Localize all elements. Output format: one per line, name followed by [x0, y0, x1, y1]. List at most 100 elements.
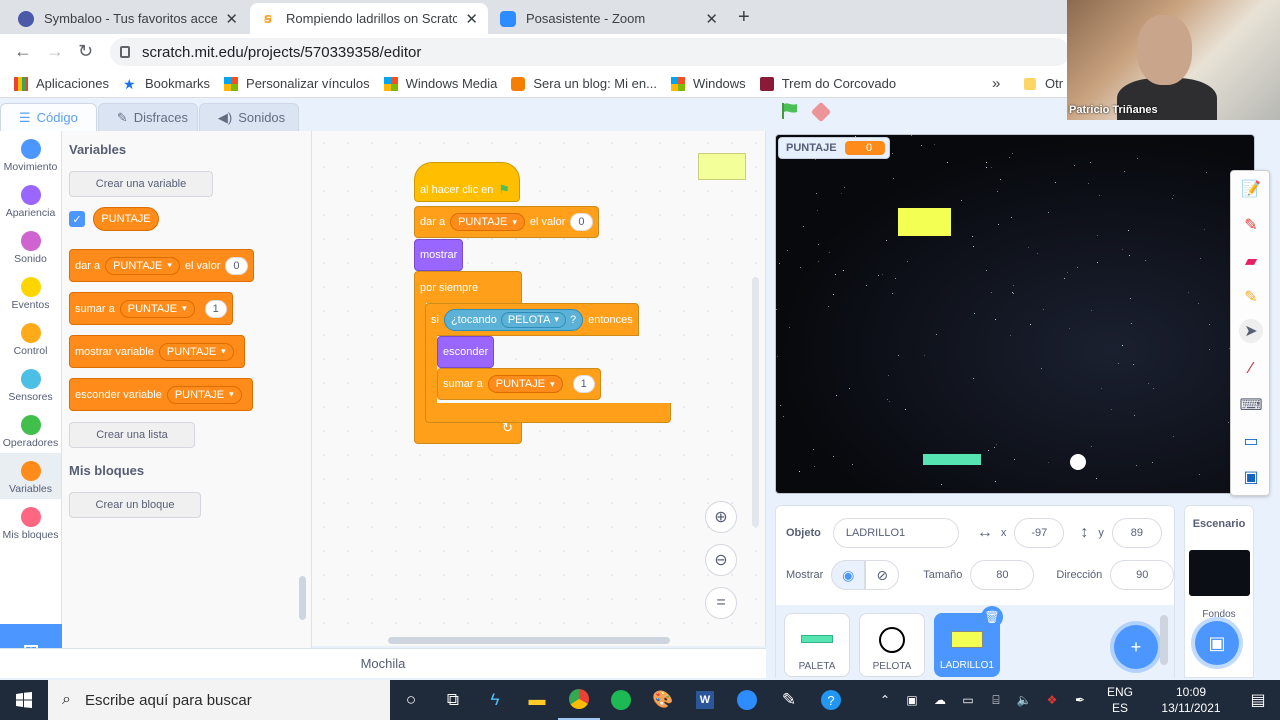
- category-variables[interactable]: Variables: [0, 453, 61, 499]
- delete-sprite-icon[interactable]: 🗑: [981, 606, 1003, 628]
- workspace-horizontal-scrollbar[interactable]: [388, 637, 670, 644]
- pointer-icon[interactable]: ➤: [1239, 319, 1263, 343]
- tab-sounds[interactable]: ◀) Sonidos: [198, 103, 299, 131]
- zoom-reset-button[interactable]: =: [705, 587, 737, 619]
- category-control[interactable]: Control: [0, 315, 61, 361]
- variable-dropdown[interactable]: PUNTAJE: [105, 256, 180, 275]
- direction-input[interactable]: 90: [1110, 560, 1175, 590]
- dropbox-icon[interactable]: ❖: [1038, 693, 1066, 707]
- palette-scrollbar[interactable]: [299, 576, 306, 620]
- tab-zoom[interactable]: Posasistente - Zoom ✕: [490, 3, 728, 34]
- ball-sprite[interactable]: [1070, 454, 1086, 470]
- url-input[interactable]: scratch.mit.edu/projects/570339358/edito…: [110, 38, 1070, 66]
- notebook-icon[interactable]: 📝: [1239, 177, 1263, 201]
- forward-icon[interactable]: →: [46, 41, 64, 62]
- variable-dropdown[interactable]: PUNTAJE: [166, 385, 242, 404]
- close-icon[interactable]: ✕: [225, 10, 238, 28]
- show-variable-block[interactable]: mostrar variable PUNTAJE: [69, 335, 245, 368]
- sprite-card-paleta[interactable]: PALETA: [784, 613, 850, 677]
- show-visible-button[interactable]: ◉: [831, 560, 866, 590]
- category-events[interactable]: Eventos: [0, 269, 61, 315]
- change-puntaje-block[interactable]: sumar a PUNTAJE 1: [437, 368, 601, 400]
- set-puntaje-block[interactable]: dar a PUNTAJE el valor 0: [414, 206, 599, 238]
- paint-icon[interactable]: 🎨: [642, 680, 684, 720]
- keyboard-icon[interactable]: ⌨: [1239, 393, 1263, 417]
- script-workspace[interactable]: al hacer clic en ⚑ dar a PUNTAJE el valo…: [312, 131, 766, 646]
- show-block[interactable]: mostrar: [414, 239, 464, 271]
- volume-icon[interactable]: 🔈: [1010, 693, 1038, 707]
- task-view-icon[interactable]: ⧉: [432, 680, 474, 720]
- paddle-sprite[interactable]: [923, 454, 981, 465]
- file-explorer-icon[interactable]: ▬: [516, 680, 558, 720]
- y-input[interactable]: 89: [1111, 518, 1162, 548]
- create-block-button[interactable]: Crear un bloque: [69, 492, 201, 518]
- chrome-icon[interactable]: [558, 680, 600, 720]
- create-list-button[interactable]: Crear una lista: [69, 422, 195, 448]
- category-sound[interactable]: Sonido: [0, 223, 61, 269]
- pen-tray-icon[interactable]: ✒: [1066, 693, 1094, 707]
- tray-app-icon[interactable]: ▣: [898, 693, 926, 707]
- brush-icon[interactable]: ⁄: [1239, 357, 1263, 381]
- value-input[interactable]: 0: [225, 256, 248, 275]
- when-flag-clicked-block[interactable]: al hacer clic en ⚑: [414, 162, 520, 202]
- highlighter-icon[interactable]: ✎: [1239, 285, 1263, 309]
- pen-icon[interactable]: ✎: [1239, 213, 1263, 237]
- sprite-name-input[interactable]: LADRILLO1: [832, 518, 959, 548]
- sprite-list-scrollbar[interactable]: [1160, 615, 1168, 665]
- category-sensing[interactable]: Sensores: [0, 361, 61, 407]
- hide-variable-block[interactable]: esconder variable PUNTAJE: [69, 378, 253, 411]
- start-button[interactable]: [0, 680, 48, 720]
- size-input[interactable]: 80: [970, 560, 1035, 590]
- hide-block[interactable]: esconder: [437, 336, 495, 368]
- variable-checkbox[interactable]: ✓: [69, 211, 85, 227]
- variable-monitor[interactable]: PUNTAJE 0: [778, 137, 890, 159]
- create-variable-button[interactable]: Crear una variable: [69, 171, 213, 197]
- add-backdrop-button[interactable]: ▣: [1195, 621, 1239, 665]
- value-input[interactable]: 1: [204, 299, 227, 318]
- set-variable-block[interactable]: dar a PUNTAJE el valor 0: [69, 249, 254, 282]
- variable-reporter[interactable]: PUNTAJE: [93, 207, 159, 231]
- reload-icon[interactable]: ↻: [78, 41, 93, 62]
- tab-code[interactable]: ☰ Código: [0, 103, 97, 131]
- variable-dropdown[interactable]: PUNTAJE: [119, 299, 195, 318]
- category-my-blocks[interactable]: Mis bloques: [0, 499, 61, 545]
- new-tab-icon[interactable]: +: [738, 6, 750, 29]
- clock[interactable]: 10:09 13/11/2021: [1146, 684, 1236, 716]
- bookmark-windows[interactable]: Windows: [670, 76, 746, 91]
- add-sprite-button[interactable]: +: [1114, 625, 1158, 669]
- notifications-icon[interactable]: ▤: [1236, 690, 1280, 710]
- tab-costumes[interactable]: ✎ Disfraces: [97, 103, 198, 131]
- stage-selector[interactable]: Escenario Fondos ▣: [1184, 505, 1254, 678]
- x-input[interactable]: -97: [1014, 518, 1065, 548]
- cloud-icon[interactable]: ☁: [926, 693, 954, 707]
- change-variable-block[interactable]: sumar a PUNTAJE 1: [69, 292, 233, 325]
- value-input[interactable]: 0: [570, 213, 593, 231]
- tab-scratch[interactable]: ꞩ Rompiendo ladrillos on Scratch ✕: [250, 3, 488, 34]
- bookmark-blog[interactable]: Sera un blog: Mi en...: [511, 76, 657, 91]
- eraser-icon[interactable]: ▰: [1239, 249, 1263, 273]
- network-icon[interactable]: ⌸: [982, 693, 1010, 708]
- forever-block[interactable]: por siempre: [414, 271, 522, 303]
- bookmark-windows-media[interactable]: Windows Media: [383, 76, 497, 91]
- zoom-out-button[interactable]: ⊖: [705, 544, 737, 576]
- touching-target-dropdown[interactable]: PELOTA: [500, 311, 566, 328]
- whiteboard-app-icon[interactable]: ✎: [768, 680, 810, 720]
- touching-block[interactable]: ¿tocando PELOTA ?: [443, 308, 584, 331]
- close-icon[interactable]: ✕: [465, 10, 478, 28]
- help-icon[interactable]: ?: [810, 680, 852, 720]
- green-flag-icon[interactable]: [780, 102, 800, 120]
- app-icon[interactable]: ϟ: [474, 680, 516, 720]
- bookmark-bookmarks[interactable]: ★ Bookmarks: [123, 76, 210, 91]
- language-indicator[interactable]: ENG ES: [1100, 684, 1140, 716]
- backpack-bar[interactable]: Mochila: [0, 648, 766, 678]
- sprite-card-pelota[interactable]: PELOTA: [859, 613, 925, 677]
- show-hidden-button[interactable]: ⊘: [865, 560, 900, 590]
- bookmark-personalizar[interactable]: Personalizar vínculos: [224, 76, 370, 91]
- zoom-video-tile[interactable]: Patricio Triñanes: [1067, 0, 1280, 120]
- workspace-vertical-scrollbar[interactable]: [752, 277, 759, 527]
- brick-sprite[interactable]: [898, 208, 951, 236]
- cortana-icon[interactable]: ○: [390, 680, 432, 720]
- taskbar-search[interactable]: ⌕ Escribe aquí para buscar: [48, 680, 390, 720]
- bookmarks-overflow-icon[interactable]: »: [992, 75, 1000, 92]
- screen-icon[interactable]: ▭: [1239, 429, 1263, 453]
